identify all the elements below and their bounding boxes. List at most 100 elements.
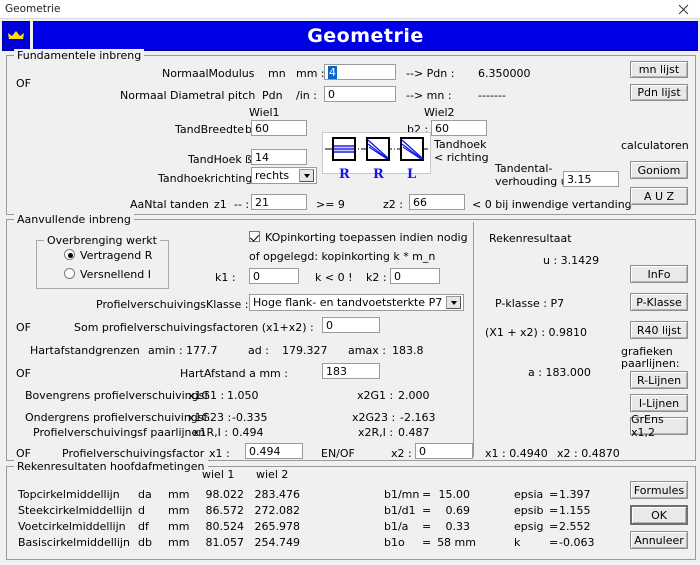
normaalmodulus-value: 4 bbox=[328, 65, 337, 79]
k1-input[interactable]: 0 bbox=[249, 268, 299, 284]
label-of-2: OF bbox=[16, 321, 31, 334]
helix-letter-1: R bbox=[339, 167, 350, 182]
aantal-tanden-z2-input[interactable]: 66 bbox=[409, 194, 465, 210]
label-tandhoekrichting: Tandhoekrichting : bbox=[158, 172, 260, 185]
label-pdn-unit: /in : bbox=[296, 89, 317, 102]
value-sum-x1x2: (X1 + x2) : 0.9810 bbox=[485, 326, 588, 339]
ratio-value: 15.00 bbox=[438, 488, 471, 501]
ratio-value: 0.69 bbox=[445, 504, 471, 517]
aantal-tanden-z2-value: 66 bbox=[413, 195, 427, 209]
label-calculatoren: calculatoren bbox=[621, 139, 689, 152]
goniom-button[interactable]: Goniom bbox=[630, 161, 688, 179]
grens-x12-button[interactable]: GrEns x1,2 bbox=[630, 413, 688, 439]
r40-lijst-button[interactable]: R40 lijst bbox=[630, 321, 688, 339]
label-wiel2: Wiel2 bbox=[424, 106, 455, 119]
profielverschuivingsklasse-value: Hoge flank- en tandvoetsterkte P7 bbox=[253, 296, 443, 309]
label-arrow-pdn: --> Pdn : bbox=[406, 67, 455, 80]
k2-input[interactable]: 0 bbox=[390, 268, 440, 284]
x1-input[interactable]: 0.494 bbox=[245, 443, 303, 459]
close-icon[interactable] bbox=[666, 0, 700, 18]
epsilon-value: 1.397 bbox=[559, 488, 591, 501]
tandhoek-beta1-input[interactable]: 14 bbox=[251, 149, 307, 165]
row-wiel2: 283.476 bbox=[254, 488, 301, 501]
label-tandhoek: TandHoek bbox=[188, 153, 242, 166]
tandental-verhouding-input[interactable]: 3.15 bbox=[563, 171, 619, 187]
label-profielverschuivingsfactor: Profielverschuivingsfactor bbox=[62, 447, 205, 460]
hartafstand-value: 183 bbox=[326, 364, 347, 378]
app-title-banner: Geometrie bbox=[33, 21, 698, 51]
epsilon-eq: = bbox=[549, 520, 559, 533]
profielverschuivingsklasse-combo[interactable]: Hoge flank- en tandvoetsterkte P7 bbox=[249, 294, 464, 311]
tandhoekrichting-combo[interactable]: rechts bbox=[251, 167, 317, 184]
som-profielverschuiving-input[interactable]: 0 bbox=[322, 317, 380, 333]
label-kopinkorting: KOpinkorting toepassen indien nodig bbox=[265, 231, 468, 244]
group-fundamentele-legend: Fundamentele inbreng bbox=[14, 49, 145, 62]
annuleer-button[interactable]: Annuleer bbox=[630, 531, 688, 549]
row-unit: mm bbox=[168, 504, 190, 517]
epsilon-eq: = bbox=[549, 504, 559, 517]
chevron-down-icon[interactable] bbox=[446, 296, 461, 309]
info-button[interactable]: InFo bbox=[630, 265, 688, 283]
r-lijnen-button[interactable]: R-Lijnen bbox=[630, 371, 688, 389]
epsilon-label: epsia bbox=[514, 488, 544, 501]
tandbreedte-b1-input[interactable]: 60 bbox=[251, 120, 307, 136]
epsilon-value: -0.063 bbox=[559, 536, 595, 549]
label-amax: amax : bbox=[348, 344, 386, 357]
helix-letter-2: R bbox=[373, 167, 384, 182]
row-label: Topcirkelmiddellijn bbox=[18, 488, 120, 501]
ratio-label: b1o bbox=[384, 536, 405, 549]
tandbreedte-b2-input[interactable]: 60 bbox=[431, 120, 487, 136]
label-tandbreedte: TandBreedte bbox=[175, 123, 245, 136]
label-x1G1: x1G1 : bbox=[188, 389, 225, 402]
radio-versnellend[interactable] bbox=[64, 268, 75, 279]
mn-lijst-button[interactable]: mn lijst bbox=[630, 61, 688, 78]
epsilon-eq: = bbox=[549, 536, 559, 549]
epsilon-value: 1.155 bbox=[559, 504, 591, 517]
ratio-label: b1/mn bbox=[384, 488, 420, 501]
epsilon-label: epsib bbox=[514, 504, 544, 517]
value-arrow-mn: ------- bbox=[478, 89, 506, 102]
row-unit: mm bbox=[168, 520, 190, 533]
label-bovengrens: Bovengrens profielverschuivingsf bbox=[25, 389, 209, 402]
x2-input[interactable]: 0 bbox=[415, 443, 473, 459]
row-wiel1: 80.524 bbox=[205, 520, 245, 533]
pdn-lijst-button[interactable]: Pdn lijst bbox=[630, 84, 688, 101]
k1-value: 0 bbox=[253, 269, 260, 283]
i-lijnen-button[interactable]: I-Lijnen bbox=[630, 394, 688, 412]
normaalmodulus-input[interactable]: 4 bbox=[324, 64, 396, 80]
epsilon-label: k bbox=[514, 536, 521, 549]
group-aanvullende-legend: Aanvullende inbreng bbox=[14, 213, 134, 226]
label-of-1: OF bbox=[16, 77, 31, 90]
hartafstand-input[interactable]: 183 bbox=[322, 363, 380, 379]
pklasse-button[interactable]: P-Klasse bbox=[630, 293, 688, 311]
label-hartafstandgrenzen: Hartafstandgrenzen bbox=[30, 344, 140, 357]
label-diametral-pitch: Normaal Diametral pitch bbox=[120, 89, 256, 102]
som-profielverschuiving-value: 0 bbox=[326, 318, 333, 332]
value-pklasse: P-klasse : P7 bbox=[495, 297, 565, 310]
label-tandental-1: Tandental- bbox=[495, 162, 553, 175]
radio-vertragend[interactable] bbox=[64, 249, 75, 260]
diametral-pitch-input[interactable]: 0 bbox=[324, 86, 396, 102]
kopinkorting-checkbox[interactable] bbox=[249, 231, 260, 242]
ok-button[interactable]: OK bbox=[630, 505, 688, 525]
label-x2G1: x2G1 : bbox=[357, 389, 394, 402]
group-overbrenging-werkt: Overbrenging werkt bbox=[36, 234, 169, 289]
row-wiel2: 265.978 bbox=[254, 520, 301, 533]
chevron-down-icon[interactable] bbox=[299, 169, 314, 182]
label-z1-unit: -- : bbox=[234, 198, 250, 211]
crown-icon bbox=[2, 21, 30, 51]
auz-button[interactable]: A U Z bbox=[630, 187, 688, 205]
label-k1: k1 : bbox=[215, 271, 236, 284]
label-x2: x2 : bbox=[391, 447, 412, 460]
aantal-tanden-z1-input[interactable]: 21 bbox=[251, 194, 307, 210]
value-x2G1: 2.000 bbox=[398, 389, 430, 402]
window-title: Geometrie bbox=[5, 3, 61, 15]
formules-button[interactable]: Formules bbox=[630, 481, 688, 499]
tandental-verhouding-value: 3.15 bbox=[567, 172, 592, 186]
value-x2RI: 0.487 bbox=[398, 426, 430, 439]
label-x2G23: x2G23 : bbox=[352, 411, 396, 424]
tandhoekrichting-value: rechts bbox=[255, 169, 290, 182]
group-overbrenging-legend: Overbrenging werkt bbox=[44, 234, 160, 247]
label-aantal-tanden: AaNtal tanden bbox=[130, 198, 209, 211]
label-z2-symbol: z2 : bbox=[383, 198, 403, 211]
